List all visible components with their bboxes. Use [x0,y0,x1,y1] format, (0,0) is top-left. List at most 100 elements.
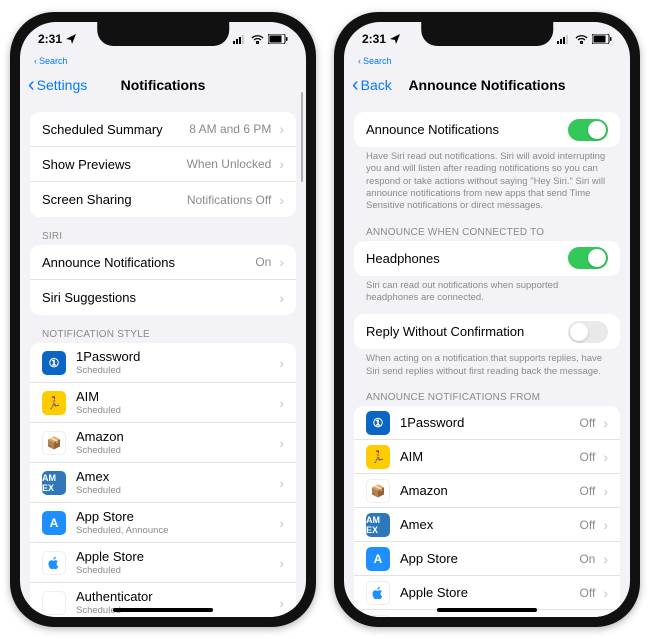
status-time: 2:31 [362,32,386,46]
content: Announce Notifications Have Siri read ou… [344,102,630,617]
announce-toggle-row[interactable]: Announce Notifications [354,112,620,147]
row-detail: On [255,255,275,269]
row-detail: 8 AM and 6 PM [189,122,275,136]
app-name: App Store [400,551,458,566]
home-indicator[interactable] [437,608,537,612]
app-icon: ① [42,351,66,375]
chevron-right-icon: › [603,585,608,601]
app-name: Apple Store [76,549,144,564]
row-label: Show Previews [42,157,131,172]
chevron-right-icon: › [279,515,284,531]
section-header-style: NOTIFICATION STYLE [30,325,296,343]
app-row[interactable]: Apple StoreScheduled› [30,543,296,583]
signal-icon [557,35,571,44]
app-icon: 🏃 [366,445,390,469]
app-row[interactable]: 📦AmazonScheduled› [30,423,296,463]
section-header-siri: SIRI [30,227,296,245]
app-name: 1Password [400,415,464,430]
app-name: Authenticator [76,589,153,604]
signal-icon [233,35,247,44]
reply-toggle-row[interactable]: Reply Without Confirmation [354,314,620,349]
chevron-right-icon: › [279,156,284,172]
row-label: Announce Notifications [42,255,175,270]
settings-row[interactable]: Scheduled Summary 8 AM and 6 PM › [30,112,296,147]
row-label: Announce Notifications [366,122,499,137]
app-row[interactable]: AApp StoreScheduled, Announce› [30,503,296,543]
app-detail: Off [580,450,600,464]
app-name: AIM [400,449,423,464]
app-icon [42,551,66,575]
row-label: Siri Suggestions [42,290,136,305]
row-label: Headphones [366,251,440,266]
row-detail: When Unlocked [187,157,276,171]
app-row[interactable]: AM EXAmexOff› [354,508,620,542]
battery-icon [268,34,288,44]
page-title: Notifications [121,77,206,93]
chevron-right-icon: › [279,290,284,306]
app-row[interactable]: 📦 Amazon Off› [354,474,620,508]
settings-row[interactable]: Screen Sharing Notifications Off › [30,182,296,217]
app-icon: A [366,547,390,571]
app-row[interactable]: AM EXAmexScheduled› [30,463,296,503]
row-detail: Notifications Off [187,193,275,207]
app-sub: Scheduled [76,365,140,376]
app-sub: Scheduled [76,485,121,496]
headphones-toggle[interactable] [568,247,608,269]
app-detail: Off [580,484,600,498]
chevron-right-icon: › [279,475,284,491]
app-sub: Scheduled [76,405,121,416]
breadcrumb[interactable]: ‹ Search [20,56,306,68]
breadcrumb-label: Search [39,56,68,66]
chevron-right-icon: › [603,483,608,499]
settings-row[interactable]: Show Previews When Unlocked› [30,147,296,182]
app-row[interactable]: Apple StoreOff› [354,576,620,610]
app-name: Amazon [400,483,448,498]
app-detail: Off [580,416,600,430]
app-icon: ① [366,411,390,435]
chevron-right-icon: › [279,254,284,270]
chevron-right-icon: › [279,192,284,208]
wifi-icon [251,35,264,44]
headphones-toggle-row[interactable]: Headphones [354,241,620,276]
back-button[interactable]: ‹ Back [352,77,392,93]
chevron-left-icon: ‹ [352,79,359,91]
app-sub: Scheduled, Announce [76,525,168,536]
app-row[interactable]: AApp StoreOn› [354,542,620,576]
app-name: AIM [76,389,121,404]
app-row[interactable]: ① 1Password Off› [354,406,620,440]
app-row[interactable]: 🏃AIMScheduled› [30,383,296,423]
app-row[interactable]: ①1PasswordScheduled› [30,343,296,383]
app-icon: 🏃 [42,391,66,415]
row-label: Scheduled Summary [42,122,163,137]
wifi-icon [575,35,588,44]
chevron-right-icon: › [603,415,608,431]
breadcrumb[interactable]: ‹ Search [344,56,630,68]
app-detail: Off [580,518,600,532]
announce-footer: Have Siri read out notifications. Siri w… [354,147,620,213]
back-button[interactable]: ‹ Settings [28,77,87,93]
app-row[interactable]: 🏃 AIM Off› [354,440,620,474]
status-time: 2:31 [38,32,62,46]
app-name: 1Password [76,349,140,364]
app-name: Amex [76,469,121,484]
app-detail: Off [580,586,600,600]
page-title: Announce Notifications [408,77,565,93]
chevron-right-icon: › [279,555,284,571]
chevron-right-icon: › [279,121,284,137]
chevron-right-icon: › [603,449,608,465]
app-icon: A [42,511,66,535]
chevron-right-icon: › [603,551,608,567]
reply-toggle[interactable] [568,321,608,343]
app-icon: AM EX [366,513,390,537]
location-icon [390,34,400,44]
section-header-apps: ANNOUNCE NOTIFICATIONS FROM [354,388,620,406]
announce-toggle[interactable] [568,119,608,141]
notch [421,22,553,46]
settings-row[interactable]: Announce Notifications On › [30,245,296,280]
notch [97,22,229,46]
breadcrumb-label: Search [363,56,392,66]
row-label: Screen Sharing [42,192,132,207]
home-indicator[interactable] [113,608,213,612]
settings-row[interactable]: Siri Suggestions › [30,280,296,315]
app-icon: 📦 [366,479,390,503]
